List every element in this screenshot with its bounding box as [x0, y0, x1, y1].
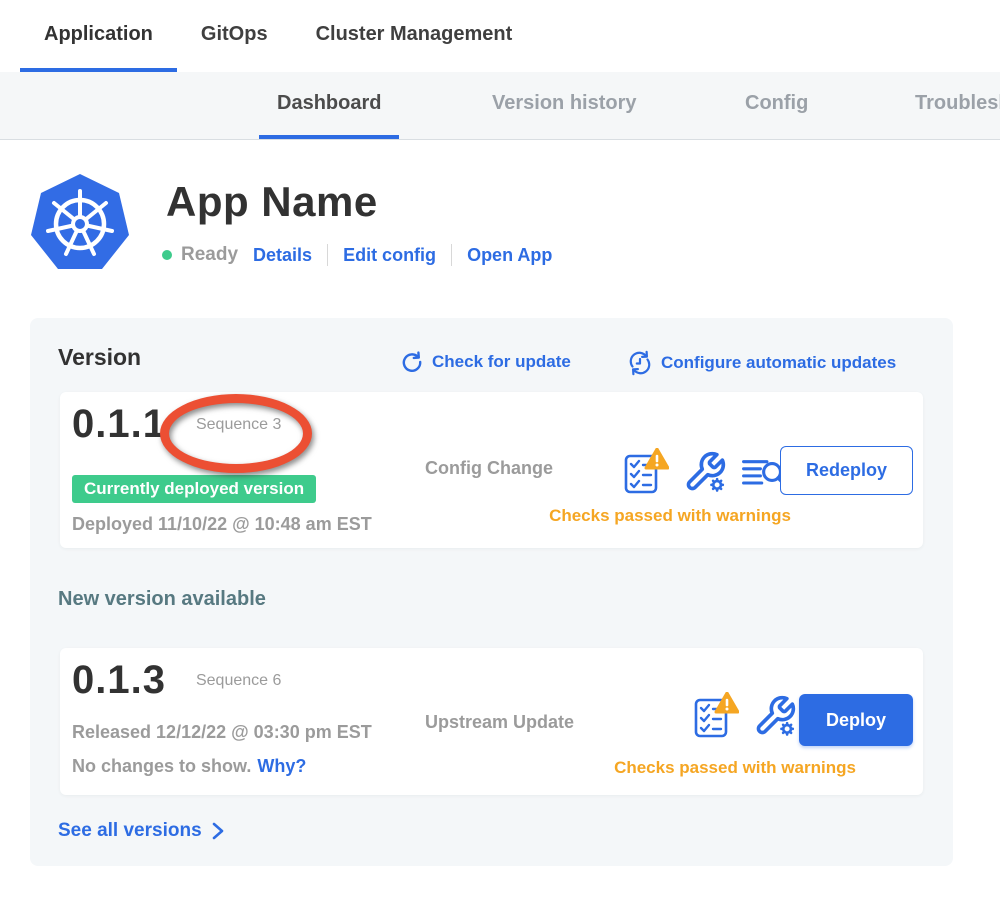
available-version-actions	[693, 692, 797, 745]
app-status-row: Ready Details Edit config Open App	[162, 242, 552, 268]
current-version-actions	[623, 448, 785, 501]
tab-gitops[interactable]: GitOps	[177, 0, 292, 72]
currently-deployed-badge: Currently deployed version	[72, 475, 316, 503]
deployed-timestamp: Deployed 11/10/22 @ 10:48 am EST	[72, 514, 372, 535]
tab-troubleshoot[interactable]: Troubleshoot	[897, 72, 1000, 139]
checks-status-available[interactable]: Checks passed with warnings	[550, 758, 920, 778]
version-panel-title: Version	[58, 344, 141, 371]
current-version-card: 0.1.1 Sequence 3 Currently deployed vers…	[60, 392, 923, 548]
open-app-link[interactable]: Open App	[467, 245, 552, 266]
available-version-card: 0.1.3 Sequence 6 Released 12/12/22 @ 03:…	[60, 648, 923, 795]
no-changes-text: No changes to show. Why?	[72, 756, 306, 777]
version-source-label: Upstream Update	[425, 712, 574, 733]
available-version-row: 0.1.3 Sequence 6	[72, 658, 281, 703]
kubernetes-logo-icon	[30, 172, 130, 272]
status-badge: Ready	[181, 244, 238, 266]
preflight-checks-icon[interactable]	[693, 692, 739, 745]
secondary-nav: Dashboard Version history Config Trouble…	[0, 72, 1000, 140]
edit-config-link[interactable]: Edit config	[343, 245, 436, 266]
current-version-number: 0.1.1	[72, 402, 166, 447]
view-diff-icon[interactable]	[741, 452, 785, 497]
preflight-checks-icon[interactable]	[623, 448, 669, 501]
no-changes-label: No changes to show.	[72, 756, 251, 776]
refresh-icon	[400, 350, 424, 374]
new-version-heading: New version available	[58, 588, 266, 611]
page-title: App Name	[166, 178, 378, 226]
version-panel: Version Check for update Configure autom…	[30, 318, 953, 866]
redeploy-button[interactable]: Redeploy	[780, 446, 913, 495]
tab-cluster-management[interactable]: Cluster Management	[292, 0, 537, 72]
version-source-label: Config Change	[425, 458, 553, 479]
configure-automatic-updates-label: Configure automatic updates	[661, 353, 896, 373]
available-version-sequence: Sequence 6	[196, 672, 281, 690]
checks-status-current[interactable]: Checks passed with warnings	[490, 506, 850, 526]
see-all-versions-label: See all versions	[58, 820, 202, 842]
available-version-number: 0.1.3	[72, 658, 166, 703]
chevron-right-icon	[212, 822, 225, 840]
tab-config[interactable]: Config	[727, 72, 826, 139]
auto-update-clock-icon	[627, 350, 653, 376]
current-version-row: 0.1.1 Sequence 3	[72, 402, 281, 447]
details-link[interactable]: Details	[253, 245, 312, 266]
current-version-sequence: Sequence 3	[196, 416, 281, 434]
divider	[451, 244, 452, 266]
tab-dashboard[interactable]: Dashboard	[259, 72, 399, 139]
divider	[327, 244, 328, 266]
released-timestamp: Released 12/12/22 @ 03:30 pm EST	[72, 722, 372, 743]
check-for-update-label: Check for update	[432, 352, 571, 372]
tab-version-history[interactable]: Version history	[474, 72, 655, 139]
tab-application[interactable]: Application	[20, 0, 177, 72]
primary-nav: Application GitOps Cluster Management	[0, 0, 1000, 72]
see-all-versions-link[interactable]: See all versions	[58, 820, 225, 842]
edit-config-wrench-icon[interactable]	[683, 449, 727, 500]
configure-automatic-updates-link[interactable]: Configure automatic updates	[627, 350, 896, 376]
deploy-button[interactable]: Deploy	[799, 694, 913, 746]
status-dot-icon	[162, 250, 172, 260]
check-for-update-link[interactable]: Check for update	[400, 350, 571, 374]
edit-config-wrench-icon[interactable]	[753, 693, 797, 744]
why-link[interactable]: Why?	[257, 756, 306, 776]
